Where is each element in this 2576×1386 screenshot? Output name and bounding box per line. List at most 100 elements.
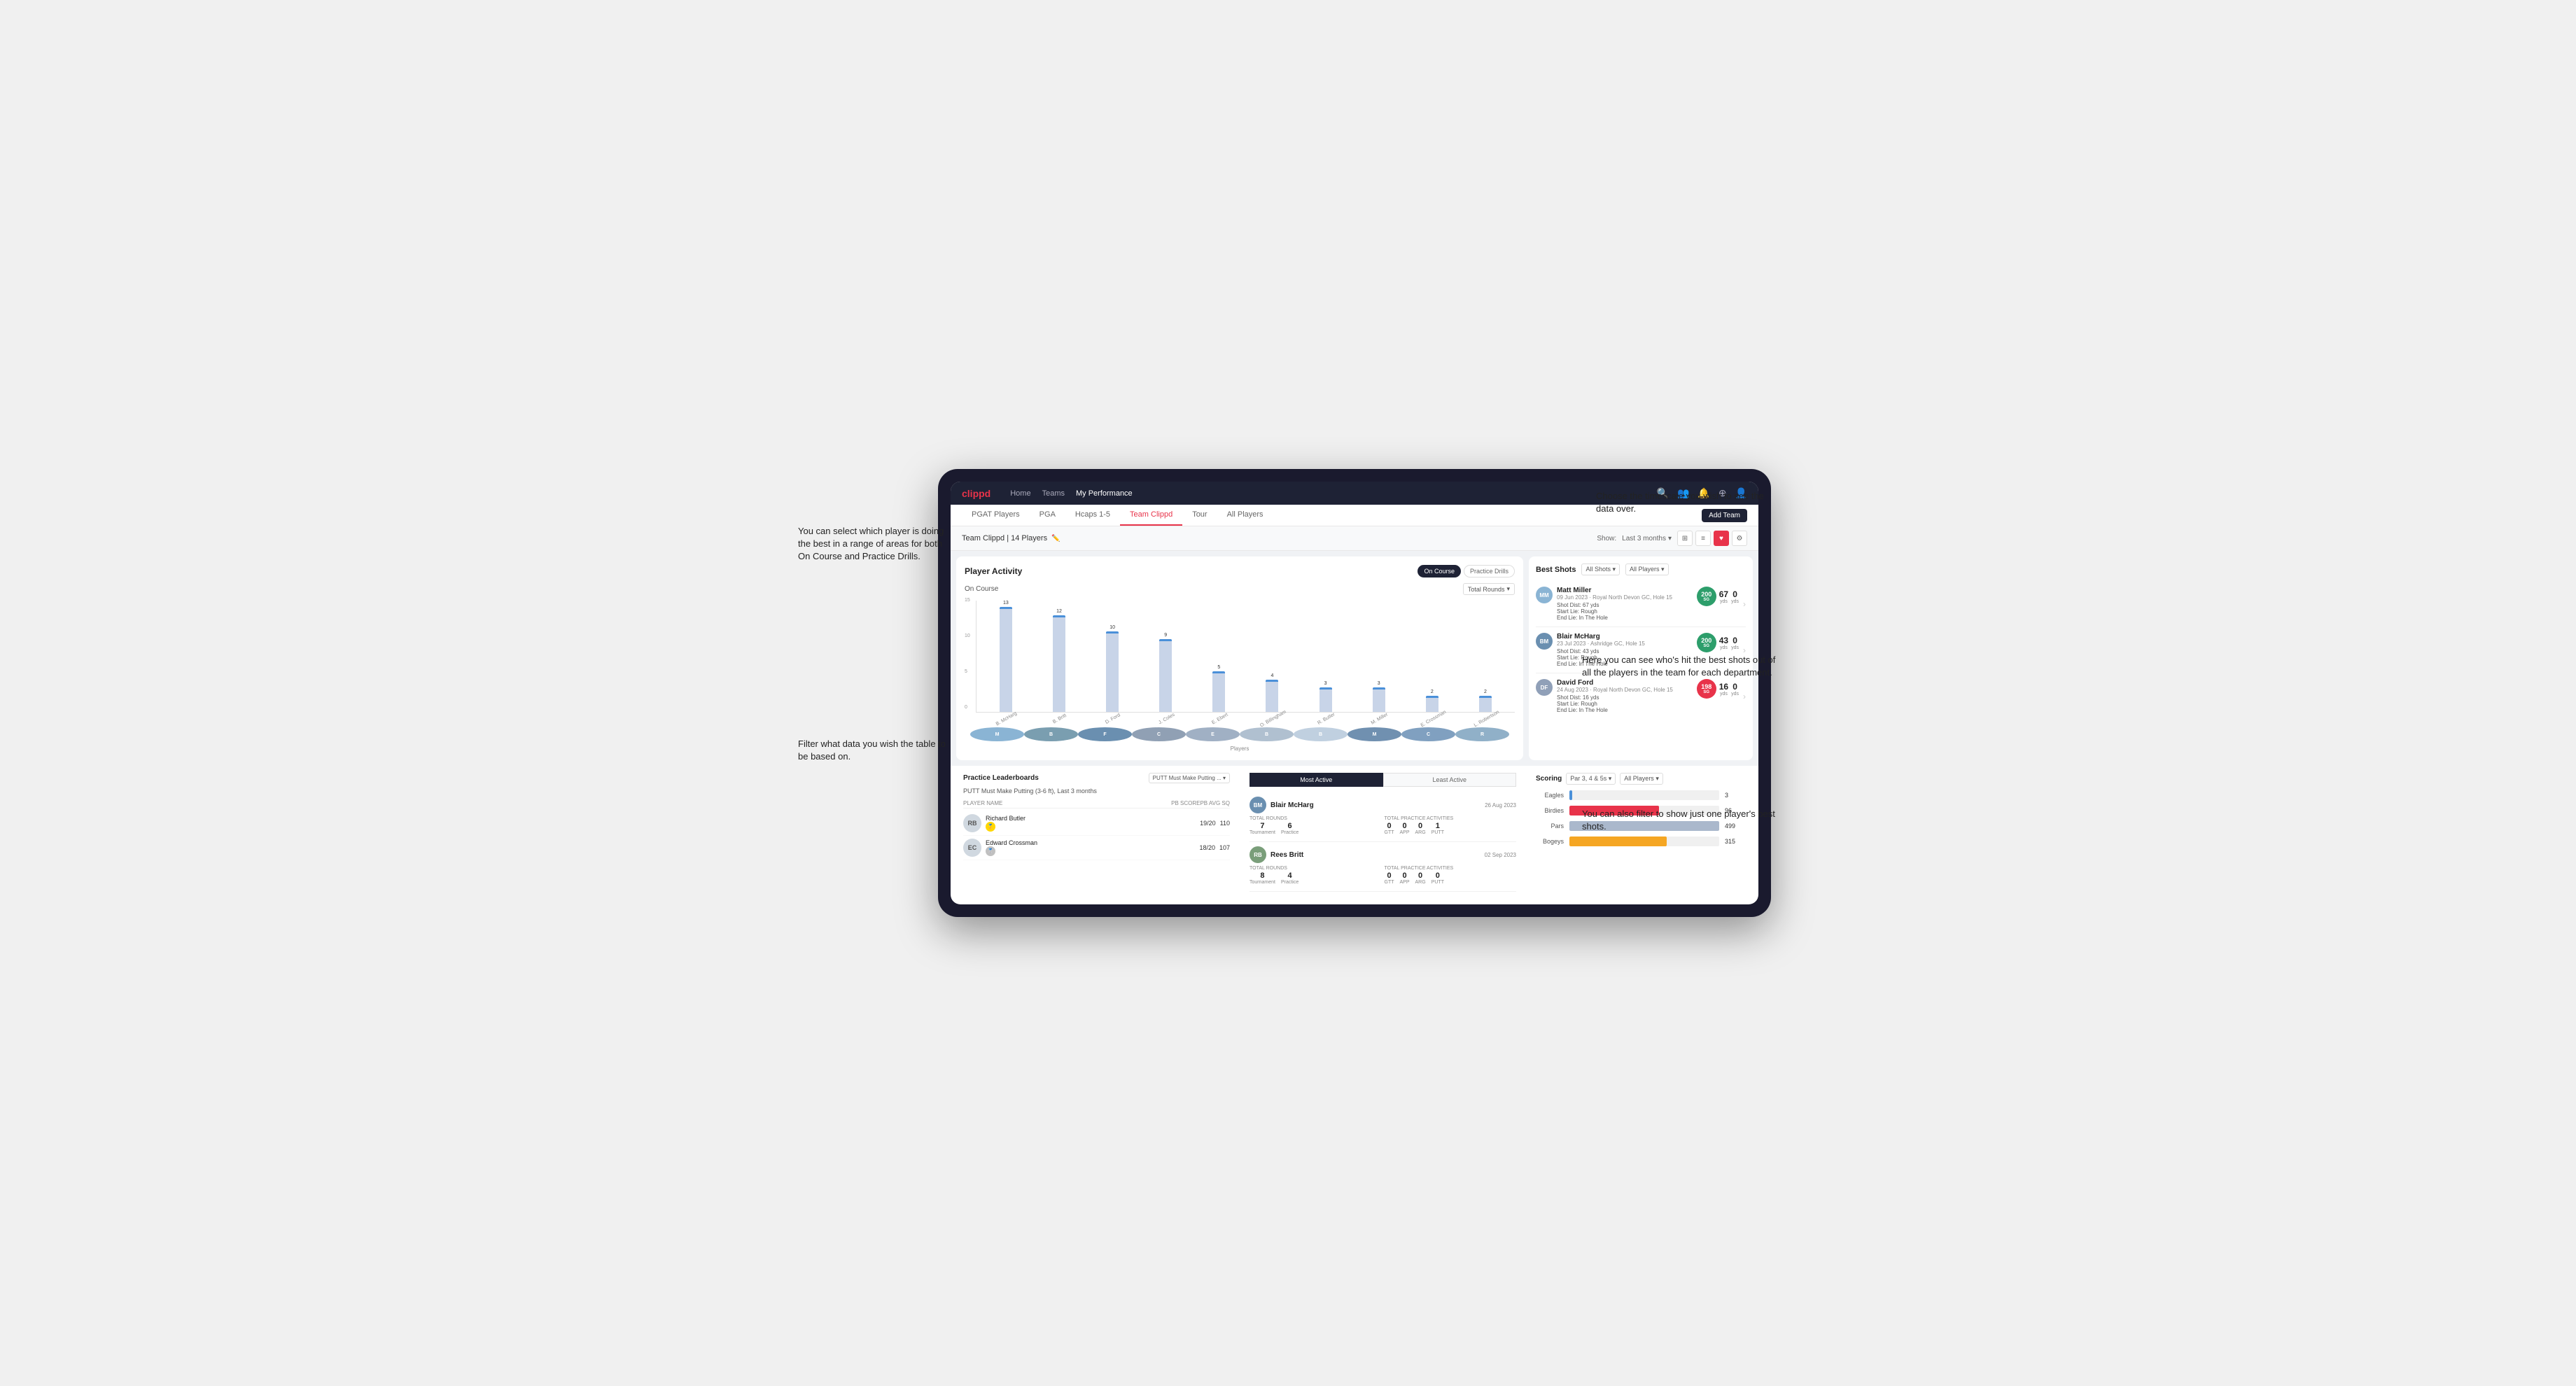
tab-pga[interactable]: PGA	[1030, 505, 1065, 526]
stats-practice-2: Total Practice Activities 0 GTT 0 APP	[1385, 866, 1517, 885]
annotation-bottom-left: Filter what data you wish the table to b…	[798, 738, 952, 763]
shot-entry-3: DF David Ford 24 Aug 2023 · Royal North …	[1536, 673, 1746, 719]
tab-pgat-players[interactable]: PGAT Players	[962, 505, 1030, 526]
all-shots-filter[interactable]: All Shots ▾	[1581, 564, 1620, 575]
best-shots-header: Best Shots All Shots ▾ All Players ▾	[1536, 564, 1746, 575]
toggle-practice-drills[interactable]: Practice Drills	[1464, 565, 1515, 578]
leaderboard-header: PLAYER NAME PB SCORE PB AVG SQ	[963, 799, 1230, 808]
active-player-2: RB Rees Britt 02 Sep 2023 Total Rounds 8	[1250, 842, 1516, 892]
shot-yds-2: 43 yds	[1719, 636, 1728, 650]
view-settings-button[interactable]: ⚙	[1732, 531, 1747, 546]
player-avatar-0: M	[970, 727, 1024, 741]
rank-badge-2: 🥈	[986, 846, 995, 856]
shot-yds-1: 67 yds	[1719, 589, 1728, 604]
y-label: 0	[965, 705, 970, 710]
scoring-label-2: Pars	[1536, 822, 1564, 830]
active-stats-row-1: Total Rounds 7 Tournament 6 Practice	[1250, 816, 1516, 835]
bar-group-0[interactable]: 13	[979, 601, 1032, 712]
annotation-top-right: Choose the timescale you wish to see the…	[1596, 490, 1778, 515]
chart-section-label: On Course	[965, 585, 998, 593]
player-activity-card: Player Activity On Course Practice Drill…	[956, 556, 1523, 760]
active-player-1-name: Blair McHarg	[1270, 802, 1314, 809]
nav-links: Home Teams My Performance	[1010, 489, 1132, 498]
scoring-bar-0	[1569, 790, 1572, 800]
nav-home[interactable]: Home	[1010, 489, 1030, 498]
practice-leaderboards-card: Practice Leaderboards PUTT Must Make Put…	[956, 766, 1237, 899]
most-active-card: Most Active Least Active BM Blair McHarg…	[1242, 766, 1523, 899]
tablet-device: clippd Home Teams My Performance 🔍 👥 🔔 ⊕…	[938, 469, 1771, 917]
tab-tour[interactable]: Tour	[1182, 505, 1217, 526]
scoring-header: Scoring Par 3, 4 & 5s ▾ All Players ▾	[1536, 773, 1746, 785]
gtt-val-2: 0 GTT	[1385, 872, 1394, 885]
view-list-button[interactable]: ≡	[1695, 531, 1711, 546]
annotation-bottom-right-2: You can also filter to show just one pla…	[1582, 808, 1778, 833]
tab-hcaps[interactable]: Hcaps 1-5	[1065, 505, 1120, 526]
practice-val-2: 4 Practice	[1281, 872, 1298, 885]
scoring-value-3: 315	[1725, 838, 1746, 845]
drill-name: PUTT Must Make Putting (3-6 ft), Last 3 …	[963, 788, 1230, 794]
chevron-right-icon[interactable]: ›	[1743, 692, 1746, 701]
player-avatar-4: E	[1186, 727, 1240, 741]
shot-details-1: Shot Dist: 67 yds Start Lie: Rough End L…	[1557, 602, 1693, 621]
bar-group-1[interactable]: 12	[1032, 609, 1086, 712]
app-val-2: 0 APP	[1400, 872, 1410, 885]
rank-badge-1: 🥇	[986, 822, 995, 832]
scoring-bar-wrap-0	[1569, 790, 1719, 800]
all-players-filter[interactable]: All Players ▾	[1625, 564, 1669, 575]
toggle-on-course[interactable]: On Course	[1418, 565, 1461, 578]
tournament-val-1: 7 Tournament	[1250, 822, 1275, 835]
toggle-group: On Course Practice Drills	[1418, 565, 1515, 578]
view-heart-button[interactable]: ♥	[1714, 531, 1729, 546]
total-rounds-dropdown[interactable]: Total Rounds ▾	[1463, 583, 1515, 595]
active-stats-row-2: Total Rounds 8 Tournament 4 Practice	[1250, 866, 1516, 885]
timeframe-select[interactable]: Last 3 months ▾	[1622, 535, 1672, 542]
player-name-2: Blair McHarg	[1557, 633, 1693, 640]
tab-most-active[interactable]: Most Active	[1250, 773, 1383, 787]
team-header-right: Show: Last 3 months ▾ ⊞ ≡ ♥ ⚙	[1597, 531, 1747, 546]
active-player-2-name: Rees Britt	[1270, 851, 1303, 859]
nav-my-performance[interactable]: My Performance	[1076, 489, 1133, 498]
scoring-bar-3	[1569, 836, 1667, 846]
practice-header: Practice Leaderboards PUTT Must Make Put…	[963, 773, 1230, 783]
lb-row-1: RB Richard Butler 🥇 19/20 110	[963, 811, 1230, 836]
app-val-1: 0 APP	[1400, 822, 1410, 835]
chart-container: 0 5 10 15 1312109543322	[965, 598, 1515, 715]
y-label: 15	[965, 598, 970, 603]
par-filter[interactable]: Par 3, 4 & 5s ▾	[1566, 773, 1616, 785]
shot-stats-1: 200 SG 67 yds 0 yds	[1697, 587, 1739, 606]
player-avatar-5: B	[1240, 727, 1294, 741]
tab-team-clippd[interactable]: Team Clippd	[1120, 505, 1182, 526]
bottom-section: Practice Leaderboards PUTT Must Make Put…	[951, 766, 1758, 904]
avatar-matt-miller: MM	[1536, 587, 1553, 603]
logo: clippd	[962, 488, 990, 499]
team-name: Team Clippd | 14 Players	[962, 534, 1047, 542]
bar-group-3[interactable]: 9	[1139, 633, 1192, 712]
arg-val-1: 0 ARG	[1415, 822, 1426, 835]
scoring-players-filter[interactable]: All Players ▾	[1620, 773, 1663, 785]
view-grid-button[interactable]: ⊞	[1677, 531, 1693, 546]
chart-inner: 1312109543322	[976, 598, 1515, 715]
stats-rounds-2: Total Rounds 8 Tournament 4 Practice	[1250, 866, 1382, 885]
team-header: Team Clippd | 14 Players ✏️ Show: Last 3…	[951, 526, 1758, 551]
shot-yds2-3: 0 yds	[1731, 682, 1739, 696]
bar-group-2[interactable]: 10	[1086, 625, 1139, 712]
player-sub-3: 24 Aug 2023 · Royal North Devon GC, Hole…	[1557, 687, 1693, 693]
tab-all-players[interactable]: All Players	[1217, 505, 1273, 526]
player-name-3: David Ford	[1557, 679, 1693, 687]
tab-least-active[interactable]: Least Active	[1383, 773, 1517, 787]
shot-yds2-2: 0 yds	[1731, 636, 1739, 650]
player-sub-2: 23 Jul 2023 · Ashridge GC, Hole 15	[1557, 640, 1693, 647]
edit-icon[interactable]: ✏️	[1051, 535, 1060, 542]
drill-select[interactable]: PUTT Must Make Putting ... ▾	[1149, 773, 1230, 783]
annotation-bottom-right-1: Here you can see who's hit the best shot…	[1582, 654, 1778, 679]
chevron-right-icon[interactable]: ›	[1743, 599, 1746, 609]
stats-rounds-values-1: 7 Tournament 6 Practice	[1250, 822, 1382, 835]
nav-teams[interactable]: Teams	[1042, 489, 1065, 498]
best-shots-title: Best Shots	[1536, 566, 1576, 574]
scoring-bar-wrap-3	[1569, 836, 1719, 846]
active-player-1: BM Blair McHarg 26 Aug 2023 Total Rounds…	[1250, 792, 1516, 842]
team-label: Team Clippd | 14 Players ✏️	[962, 534, 1060, 542]
active-tabs: Most Active Least Active	[1250, 773, 1516, 787]
scoring-label-3: Bogeys	[1536, 838, 1564, 845]
stats-practice-values-2: 0 GTT 0 APP 0 ARG	[1385, 872, 1517, 885]
